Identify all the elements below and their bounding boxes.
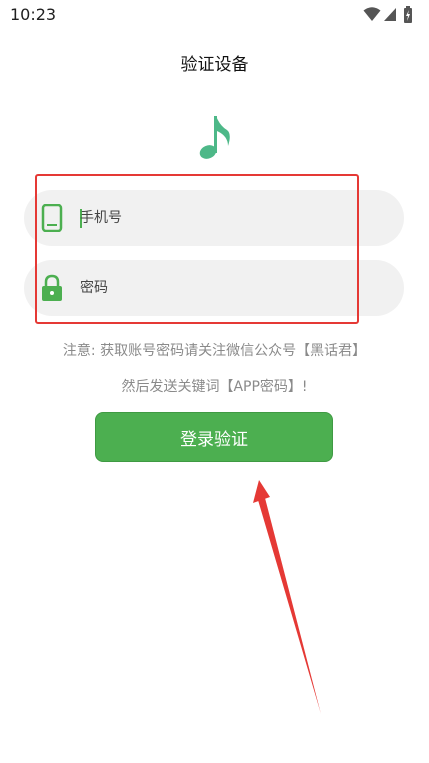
wifi-icon <box>363 7 381 21</box>
status-bar: 10:23 <box>0 0 429 30</box>
login-verify-button[interactable]: 登录验证 <box>95 412 333 462</box>
lock-icon <box>42 274 62 301</box>
status-time: 10:23 <box>10 5 57 24</box>
notice-line-1: 注意: 获取账号密码请关注微信公众号【黑话君】 <box>62 343 367 359</box>
notice-line-2: 然后发送关键词【APP密码】! <box>121 379 308 395</box>
battery-icon <box>404 6 412 23</box>
status-icons <box>363 6 415 24</box>
signal-icon <box>384 8 396 21</box>
phone-field-container[interactable] <box>24 190 404 246</box>
password-input[interactable] <box>80 270 380 306</box>
password-field-container[interactable] <box>24 260 404 316</box>
page-title: 验证设备 <box>180 55 249 75</box>
phone-input[interactable] <box>80 200 380 236</box>
phone-icon <box>41 204 63 232</box>
music-note-icon <box>199 116 230 159</box>
